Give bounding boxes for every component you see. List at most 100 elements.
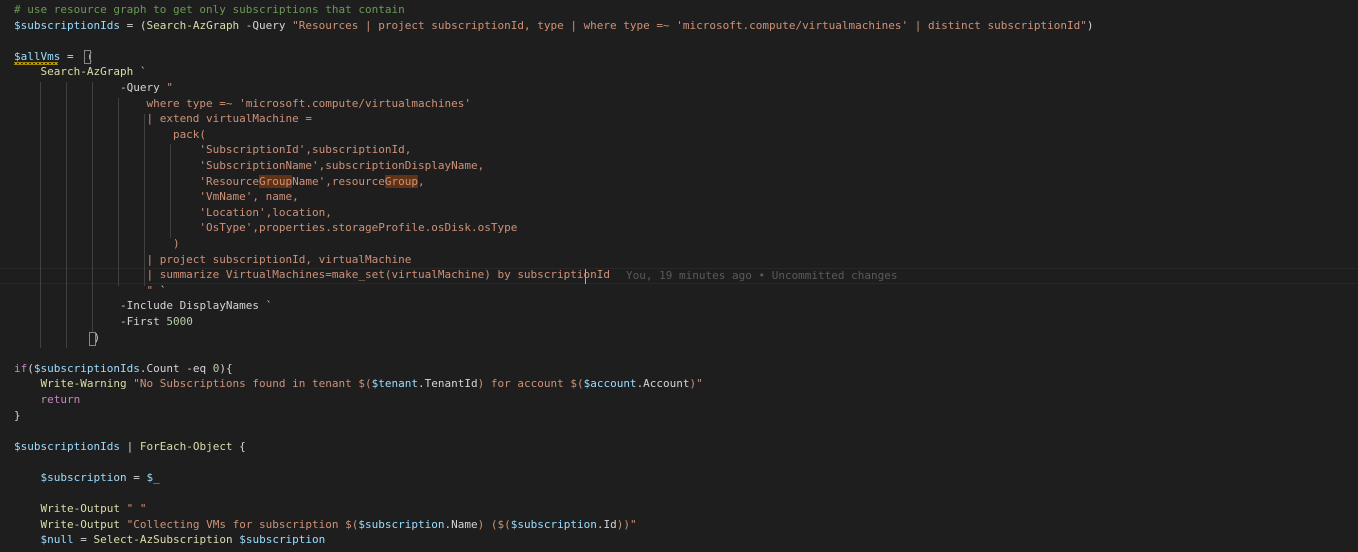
- code-token: -Query: [239, 19, 293, 32]
- code-token: `: [153, 284, 167, 297]
- code-token: Name',resource: [292, 175, 385, 188]
- code-token: "Resources | project subscriptionId, typ…: [292, 19, 1087, 32]
- code-line[interactable]: 'SubscriptionId',subscriptionId,: [14, 142, 411, 158]
- code-token: `: [133, 65, 147, 78]
- code-line[interactable]: -Include DisplayNames `: [14, 298, 272, 314]
- code-token: |: [119, 440, 140, 453]
- code-token: "No Subscriptions found in tenant $(: [133, 377, 372, 390]
- code-token: $_: [146, 471, 160, 484]
- code-token: }: [14, 409, 21, 422]
- code-token: 'SubscriptionId',subscriptionId,: [14, 143, 412, 156]
- code-token: where type =~ 'microsoft.compute/virtual…: [14, 97, 471, 110]
- code-token: 'Resource: [14, 175, 260, 188]
- code-token: Group: [384, 175, 419, 188]
- code-line[interactable]: 'ResourceGroupName',resourceGroup,: [14, 174, 425, 190]
- code-token: )": [689, 377, 703, 390]
- code-line[interactable]: $null = Select-AzSubscription $subscript…: [14, 532, 326, 548]
- code-line[interactable]: | extend virtualMachine =: [14, 111, 312, 127]
- code-token: Write-Warning: [40, 377, 127, 390]
- code-token: $tenant: [371, 377, 418, 390]
- code-line[interactable]: Write-Output "Collecting VMs for subscri…: [14, 517, 637, 533]
- code-line[interactable]: " `: [14, 283, 166, 299]
- code-token: .Account: [636, 377, 690, 390]
- code-line[interactable]: -First 5000: [14, 314, 193, 330]
- code-token: # use resource graph to get only subscri…: [14, 3, 405, 16]
- code-line[interactable]: 'SubscriptionName',subscriptionDisplayNa…: [14, 158, 484, 174]
- code-line[interactable]: Write-Warning "No Subscriptions found in…: [14, 376, 703, 392]
- code-editor[interactable]: # use resource graph to get only subscri…: [0, 0, 1358, 552]
- code-token: | extend virtualMachine =: [14, 112, 313, 125]
- code-token: pack(: [14, 128, 207, 141]
- code-token: ){: [219, 362, 233, 375]
- code-line[interactable]: | summarize VirtualMachines=make_set(vir…: [14, 267, 610, 283]
- code-token: Write-Output: [40, 502, 120, 515]
- code-token: Search-AzGraph: [146, 19, 240, 32]
- code-line[interactable]: ): [14, 330, 100, 346]
- code-line[interactable]: Write-Output " ": [14, 501, 147, 517]
- code-token: ,: [418, 175, 425, 188]
- code-token: ) for account $(: [477, 377, 584, 390]
- code-token: (: [27, 362, 34, 375]
- code-token: return: [40, 393, 81, 406]
- code-line[interactable]: -Query ": [14, 80, 173, 96]
- code-token: ": [14, 284, 154, 297]
- code-token: -Query: [119, 81, 167, 94]
- code-token: ) ($(: [477, 518, 511, 531]
- code-token: ): [14, 237, 180, 250]
- code-line[interactable]: 'VmName', name,: [14, 189, 298, 205]
- code-line[interactable]: }: [14, 408, 21, 424]
- code-token: ))": [616, 518, 637, 531]
- code-line[interactable]: Search-AzGraph `: [14, 64, 147, 80]
- code-token: = (: [119, 19, 147, 32]
- code-token: .Count -eq: [139, 362, 213, 375]
- code-token: $null: [40, 533, 74, 546]
- code-token: $subscription: [40, 471, 127, 484]
- code-token: Select-AzSubscription: [93, 533, 233, 546]
- code-token: ): [14, 331, 101, 344]
- code-token: $subscriptionIds: [14, 19, 120, 32]
- bracket-match-close: [89, 332, 96, 346]
- code-line[interactable]: $subscriptionIds = (Search-AzGraph -Quer…: [14, 18, 1094, 34]
- code-token: .Id: [596, 518, 617, 531]
- code-token: $subscriptionIds: [33, 362, 140, 375]
- code-token: {: [232, 440, 246, 453]
- code-line[interactable]: return: [14, 392, 81, 408]
- code-line[interactable]: # use resource graph to get only subscri…: [14, 2, 405, 18]
- code-token: ": [166, 81, 173, 94]
- code-line[interactable]: $subscriptionIds | ForEach-Object {: [14, 439, 246, 455]
- code-token: $subscription: [239, 533, 326, 546]
- code-line[interactable]: 'OsType',properties.storageProfile.osDis…: [14, 220, 517, 236]
- code-token: -Include DisplayNames `: [119, 299, 273, 312]
- code-token: ): [1086, 19, 1094, 32]
- code-token: "Collecting VMs for subscription $(: [126, 518, 359, 531]
- code-line[interactable]: $subscription = $_: [14, 470, 160, 486]
- code-line[interactable]: if($subscriptionIds.Count -eq 0){: [14, 361, 233, 377]
- code-token: $subscription: [358, 518, 445, 531]
- code-line[interactable]: where type =~ 'microsoft.compute/virtual…: [14, 96, 471, 112]
- code-line[interactable]: | project subscriptionId, virtualMachine: [14, 252, 411, 268]
- git-blame-annotation: You, 19 minutes ago • Uncommitted change…: [626, 269, 898, 282]
- code-line[interactable]: 'Location',location,: [14, 205, 332, 221]
- code-token: =: [73, 533, 94, 546]
- code-token: Write-Output: [40, 518, 120, 531]
- code-line[interactable]: ): [14, 236, 180, 252]
- code-token: Group: [259, 175, 293, 188]
- code-token: 'Location',location,: [14, 206, 332, 219]
- code-token: $subscriptionIds: [14, 440, 120, 453]
- code-token: if: [14, 362, 28, 375]
- code-token: Search-AzGraph: [40, 65, 134, 78]
- code-token: | project subscriptionId, virtualMachine: [14, 253, 412, 266]
- code-token: .Name: [444, 518, 478, 531]
- code-line[interactable]: pack(: [14, 127, 206, 143]
- text-cursor: [585, 269, 586, 284]
- code-token: 'OsType',properties.storageProfile.osDis…: [14, 221, 518, 234]
- code-token: .TenantId: [418, 377, 478, 390]
